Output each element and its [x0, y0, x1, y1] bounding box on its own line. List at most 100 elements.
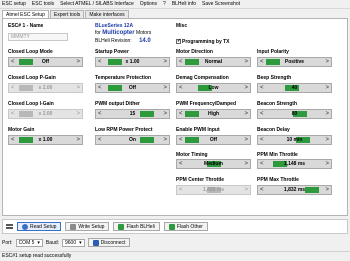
decrease-arrow-icon[interactable]: <	[11, 84, 15, 92]
hamburger-icon[interactable]	[6, 224, 13, 229]
increase-arrow-icon[interactable]: >	[325, 58, 329, 66]
decrease-arrow-icon[interactable]: <	[11, 136, 15, 144]
increase-arrow-icon[interactable]: >	[163, 110, 167, 118]
decrease-arrow-icon[interactable]: <	[11, 58, 15, 66]
action-bar: Read Setup Write Setup Flash BLHeli Flas…	[2, 219, 348, 234]
flash-blheli-button[interactable]: Flash BLHeli	[113, 222, 160, 231]
chevron-down-icon: ▾	[37, 239, 40, 246]
input-polarity-slider[interactable]: Positive < >	[257, 57, 332, 67]
menu-bar: ESC setup ESC tools Select ATMEL / SILAB…	[0, 0, 350, 9]
read-setup-label: Read Setup	[30, 223, 57, 230]
pwm-frequency-slider[interactable]: High < >	[176, 109, 251, 119]
decrease-arrow-icon[interactable]: <	[179, 160, 183, 168]
beacon-strength-label: Beacon Strength	[257, 101, 298, 107]
closed-loop-i-gain-slider[interactable]: x 2.00 < >	[8, 109, 83, 119]
pwm-dither-slider[interactable]: 15 < >	[95, 109, 170, 119]
demag-compensation-slider[interactable]: Low < >	[176, 83, 251, 93]
low-rpm-protect-slider[interactable]: On < >	[95, 135, 170, 145]
flash-other-button[interactable]: Flash Other	[163, 222, 208, 231]
menu-interface[interactable]: Select ATMEL / SILABS Interface	[60, 1, 134, 7]
decrease-arrow-icon[interactable]: <	[98, 84, 102, 92]
increase-arrow-icon[interactable]: >	[325, 186, 329, 194]
decrease-arrow-icon[interactable]: <	[98, 110, 102, 118]
increase-arrow-icon[interactable]: >	[325, 110, 329, 118]
disconnect-button[interactable]: Disconnect	[87, 238, 131, 247]
decrease-arrow-icon[interactable]: <	[260, 84, 264, 92]
decrease-arrow-icon[interactable]: <	[11, 110, 15, 118]
write-setup-label: Write Setup	[78, 223, 105, 230]
beep-strength-slider[interactable]: 40 < >	[257, 83, 332, 93]
temperature-protection-slider[interactable]: Off < >	[95, 83, 170, 93]
increase-arrow-icon[interactable]: >	[76, 84, 80, 92]
programming-by-tx[interactable]: Programming by TX	[176, 38, 230, 45]
increase-arrow-icon[interactable]: >	[163, 84, 167, 92]
increase-arrow-icon[interactable]: >	[244, 58, 248, 66]
increase-arrow-icon[interactable]: >	[244, 186, 248, 194]
decrease-arrow-icon[interactable]: <	[179, 84, 183, 92]
slider-value: x 2.00	[38, 85, 53, 91]
increase-arrow-icon[interactable]: >	[244, 160, 248, 168]
ppm-min-throttle-slider[interactable]: 1,148 ms < >	[257, 159, 332, 169]
baud-label: Baud:	[45, 239, 59, 246]
increase-arrow-icon[interactable]: >	[325, 160, 329, 168]
flash-icon	[118, 223, 125, 230]
write-setup-button[interactable]: Write Setup	[65, 222, 110, 231]
closed-loop-mode-slider[interactable]: Off < >	[8, 57, 83, 67]
beacon-strength-slider[interactable]: 80 < >	[257, 109, 332, 119]
menu-esc-setup[interactable]: ESC setup	[2, 1, 26, 7]
read-setup-button[interactable]: Read Setup	[17, 222, 62, 231]
closed-loop-p-gain-slider[interactable]: x 2.00 < >	[8, 83, 83, 93]
programming-checkbox[interactable]	[176, 38, 181, 45]
increase-arrow-icon[interactable]: >	[325, 84, 329, 92]
decrease-arrow-icon[interactable]: <	[260, 160, 264, 168]
decrease-arrow-icon[interactable]: <	[260, 110, 264, 118]
slider-value: On	[129, 137, 136, 143]
menu-esc-tools[interactable]: ESC tools	[32, 1, 54, 7]
enable-pwm-input-slider[interactable]: Off < >	[176, 135, 251, 145]
ppm-min-throttle-label: PPM Min Throttle	[257, 152, 298, 158]
increase-arrow-icon[interactable]: >	[244, 84, 248, 92]
increase-arrow-icon[interactable]: >	[76, 58, 80, 66]
decrease-arrow-icon[interactable]: <	[179, 186, 183, 194]
decrease-arrow-icon[interactable]: <	[98, 58, 102, 66]
slider-value: Low	[208, 85, 219, 91]
increase-arrow-icon[interactable]: >	[244, 136, 248, 144]
increase-arrow-icon[interactable]: >	[76, 110, 80, 118]
baud-select[interactable]: 9600 ▾	[62, 238, 85, 247]
menu-save-screenshot[interactable]: Save Screenshot	[202, 1, 240, 7]
revision-label: BLHeli Revision:	[95, 38, 132, 44]
menu-options[interactable]: Options	[140, 1, 157, 7]
motor-gain-slider[interactable]: x 1.00 < >	[8, 135, 83, 145]
menu-help[interactable]: ?	[163, 1, 166, 7]
increase-arrow-icon[interactable]: >	[163, 58, 167, 66]
motor-timing-slider[interactable]: Medium < >	[176, 159, 251, 169]
decrease-arrow-icon[interactable]: <	[260, 136, 264, 144]
decrease-arrow-icon[interactable]: <	[179, 110, 183, 118]
decrease-arrow-icon[interactable]: <	[260, 58, 264, 66]
port-select[interactable]: COM 5 ▾	[15, 238, 43, 247]
startup-power-label: Startup Power	[95, 49, 129, 55]
decrease-arrow-icon[interactable]: <	[179, 136, 183, 144]
ppm-center-throttle-slider[interactable]: 1,488 ms < >	[176, 185, 251, 195]
decrease-arrow-icon[interactable]: <	[98, 136, 102, 144]
flash-icon	[168, 223, 175, 230]
slider-value: 80	[291, 111, 298, 117]
decrease-arrow-icon[interactable]: <	[179, 58, 183, 66]
increase-arrow-icon[interactable]: >	[76, 136, 80, 144]
slider-value: x 1.00	[38, 137, 53, 143]
settings-panel: ESC# 1 - Name MMMTY BLueSeries 12A for M…	[2, 18, 348, 216]
beacon-delay-slider[interactable]: 10 min < >	[257, 135, 332, 145]
startup-power-slider[interactable]: x 1.00 < >	[95, 57, 170, 67]
increase-arrow-icon[interactable]: >	[325, 136, 329, 144]
esc-name-field[interactable]: MMMTY	[8, 33, 68, 41]
decrease-arrow-icon[interactable]: <	[260, 186, 264, 194]
misc-title: Misc	[176, 23, 188, 29]
slider-value: 40	[291, 85, 298, 91]
ppm-max-throttle-slider[interactable]: 1,832 ms < >	[257, 185, 332, 195]
motor-direction-slider[interactable]: Normal < >	[176, 57, 251, 67]
increase-arrow-icon[interactable]: >	[244, 110, 248, 118]
motor-direction-label: Motor Direction	[176, 49, 213, 55]
menu-blheli-info[interactable]: BLHeli info	[172, 1, 196, 7]
increase-arrow-icon[interactable]: >	[163, 136, 167, 144]
input-polarity-label: Input Polarity	[257, 49, 289, 55]
